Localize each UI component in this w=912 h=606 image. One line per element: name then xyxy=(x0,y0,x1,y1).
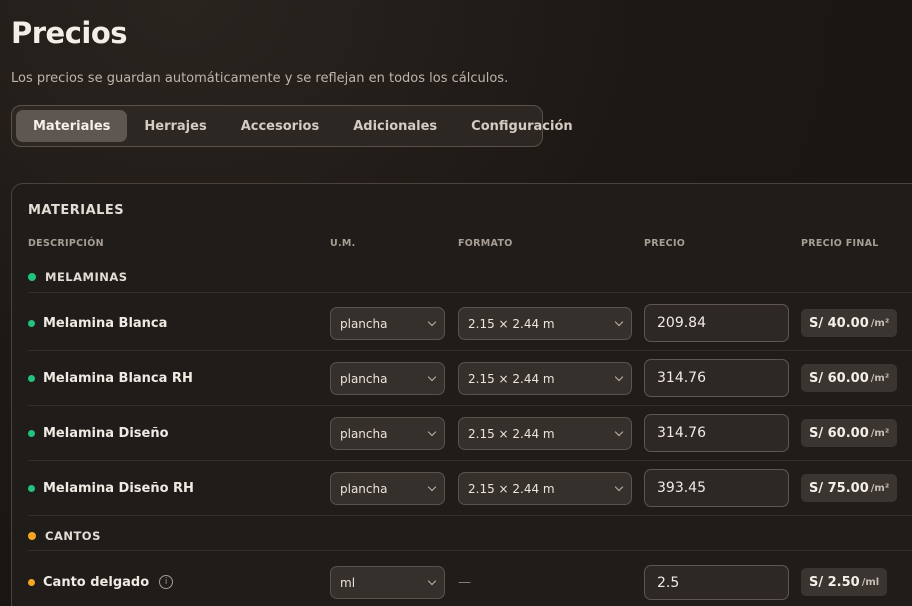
um-select-value: plancha xyxy=(340,371,388,386)
format-select[interactable]: 2.15 × 2.44 m xyxy=(458,307,632,340)
final-price-value: S/ 40.00 xyxy=(809,315,869,331)
format-select[interactable]: 2.15 × 2.44 m xyxy=(458,472,632,505)
chevron-down-icon xyxy=(614,372,624,382)
price-input[interactable]: 2.5 xyxy=(644,565,789,600)
format-select-value: 2.15 × 2.44 m xyxy=(468,316,555,331)
um-select-value: plancha xyxy=(340,316,388,331)
chevron-down-icon xyxy=(614,427,624,437)
price-input[interactable]: 314.76 xyxy=(644,359,789,397)
info-icon[interactable]: i xyxy=(159,575,174,589)
row-name: Melamina Diseño xyxy=(28,406,169,460)
column-header-um: U.M. xyxy=(330,238,356,249)
tab-adicionales[interactable]: Adicionales xyxy=(336,110,454,142)
group-header-melaminas: MELAMINAS xyxy=(28,269,128,285)
table-row: Melamina Diseño RH plancha 2.15 × 2.44 m… xyxy=(12,461,912,515)
row-name: Melamina Blanca RH xyxy=(28,351,193,405)
format-select-value: 2.15 × 2.44 m xyxy=(468,426,555,441)
price-input[interactable]: 209.84 xyxy=(644,304,789,342)
divider xyxy=(28,515,912,516)
row-label: Melamina Blanca RH xyxy=(43,370,193,386)
table-row: Melamina Blanca plancha 2.15 × 2.44 m 20… xyxy=(12,296,912,350)
column-header-final-price: PRECIO FINAL xyxy=(801,238,879,249)
final-price-badge: S/ 2.50 /ml xyxy=(801,568,888,596)
panel-title: MATERIALES xyxy=(28,203,125,218)
group-header-cantos: CANTOS xyxy=(28,528,101,544)
final-price-unit: /m² xyxy=(870,317,890,329)
row-label: Canto delgado xyxy=(43,574,150,590)
final-price-unit: /m² xyxy=(870,427,890,439)
um-select-value: ml xyxy=(340,575,356,590)
chevron-down-icon xyxy=(427,576,437,586)
page-title: Precios xyxy=(11,16,128,50)
chevron-down-icon xyxy=(614,482,624,492)
column-header-price: PRECIO xyxy=(644,238,686,249)
group-label: CANTOS xyxy=(45,529,101,543)
um-select-value: plancha xyxy=(340,426,388,441)
row-name: Melamina Blanca xyxy=(28,296,167,350)
status-dot-icon xyxy=(28,484,35,492)
final-price-badge: S/ 40.00 /m² xyxy=(801,309,898,337)
row-name: Melamina Diseño RH xyxy=(28,461,194,515)
format-select[interactable]: 2.15 × 2.44 m xyxy=(458,362,632,395)
tab-materiales[interactable]: Materiales xyxy=(16,110,128,142)
row-label: Melamina Blanca xyxy=(43,315,168,331)
materials-panel: MATERIALES DESCRIPCIÓN U.M. FORMATO PREC… xyxy=(11,183,912,606)
divider xyxy=(28,550,912,551)
final-price-value: S/ 60.00 xyxy=(809,425,869,441)
final-price-value: S/ 60.00 xyxy=(809,370,869,386)
row-name: Canto delgado i xyxy=(28,555,174,606)
format-empty: — xyxy=(458,574,471,590)
page-subtitle: Los precios se guardan automáticamente y… xyxy=(11,71,509,86)
final-price-badge: S/ 60.00 /m² xyxy=(801,364,898,392)
price-input[interactable]: 314.76 xyxy=(644,414,789,452)
um-select[interactable]: ml xyxy=(330,566,445,599)
um-select[interactable]: plancha xyxy=(330,417,445,450)
format-select-value: 2.15 × 2.44 m xyxy=(468,371,555,386)
final-price-value: S/ 75.00 xyxy=(809,480,869,496)
um-select-value: plancha xyxy=(340,481,388,496)
final-price-unit: /m² xyxy=(870,372,890,384)
format-select-value: 2.15 × 2.44 m xyxy=(468,481,555,496)
final-price-value: S/ 2.50 xyxy=(809,574,860,590)
final-price-unit: /m² xyxy=(870,482,890,494)
um-select[interactable]: plancha xyxy=(330,472,445,505)
chevron-down-icon xyxy=(427,317,437,327)
table-row: Canto delgado i ml — 2.5 S/ 2.50 /ml xyxy=(12,555,912,606)
group-label: MELAMINAS xyxy=(45,270,128,284)
table-row: Melamina Diseño plancha 2.15 × 2.44 m 31… xyxy=(12,406,912,460)
tab-accesorios[interactable]: Accesorios xyxy=(224,110,337,142)
format-select[interactable]: 2.15 × 2.44 m xyxy=(458,417,632,450)
final-price-unit: /ml xyxy=(861,576,880,588)
tab-herrajes[interactable]: Herrajes xyxy=(127,110,223,142)
um-select[interactable]: plancha xyxy=(330,307,445,340)
final-price-badge: S/ 75.00 /m² xyxy=(801,474,898,502)
status-dot-icon xyxy=(28,319,35,327)
group-dot-icon xyxy=(28,273,36,281)
chevron-down-icon xyxy=(614,317,624,327)
status-dot-icon xyxy=(28,374,35,382)
column-header-format: FORMATO xyxy=(458,238,513,249)
group-dot-icon xyxy=(28,532,36,540)
status-dot-icon xyxy=(28,578,35,586)
table-row: Melamina Blanca RH plancha 2.15 × 2.44 m… xyxy=(12,351,912,405)
final-price-badge: S/ 60.00 /m² xyxy=(801,419,898,447)
tab-configuracion[interactable]: Configuración xyxy=(454,110,589,142)
row-label: Melamina Diseño xyxy=(43,425,169,441)
chevron-down-icon xyxy=(427,427,437,437)
price-input[interactable]: 393.45 xyxy=(644,469,789,507)
column-header-description: DESCRIPCIÓN xyxy=(28,238,104,249)
chevron-down-icon xyxy=(427,482,437,492)
status-dot-icon xyxy=(28,429,35,437)
row-label: Melamina Diseño RH xyxy=(43,480,194,496)
tab-bar: Materiales Herrajes Accesorios Adicional… xyxy=(11,105,573,147)
chevron-down-icon xyxy=(427,372,437,382)
um-select[interactable]: plancha xyxy=(330,362,445,395)
divider xyxy=(28,292,912,293)
